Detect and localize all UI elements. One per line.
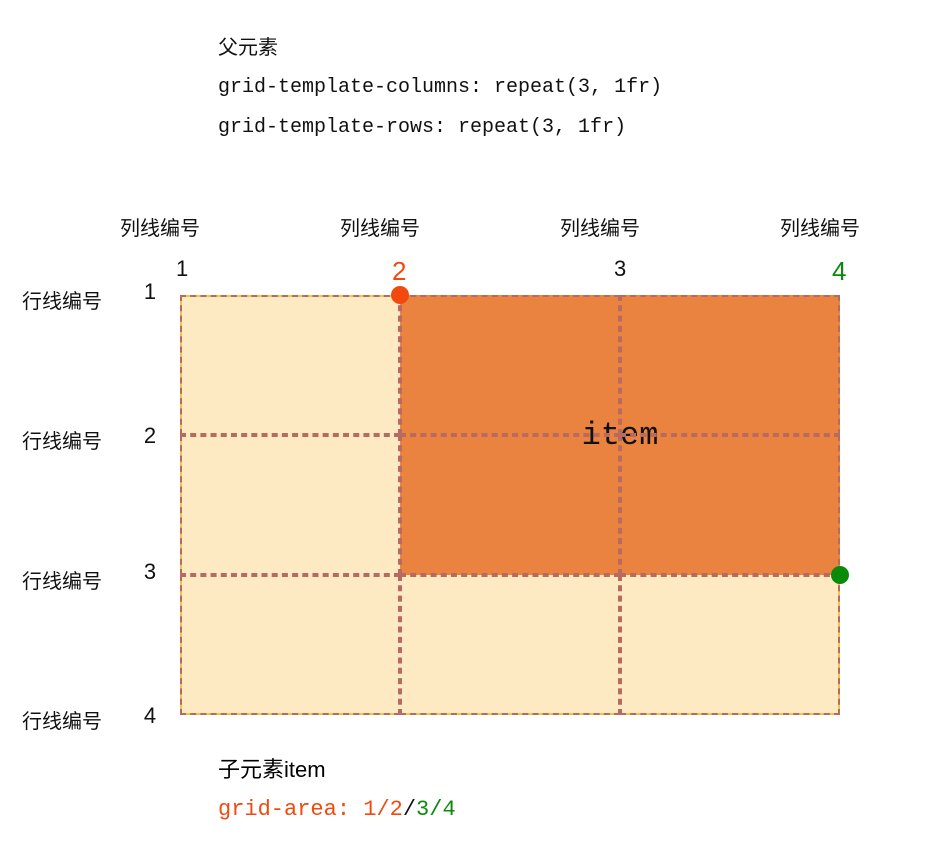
- row-num-2: 2: [130, 423, 170, 449]
- code-rows: grid-template-rows: repeat(3, 1fr): [218, 108, 662, 148]
- col-label-1: 列线编号: [120, 212, 200, 241]
- grid-diagram: item: [180, 295, 840, 715]
- marker-end-dot: [831, 566, 849, 584]
- val-4: 4: [442, 797, 455, 822]
- parent-label: 父元素: [218, 28, 662, 68]
- row-num-1: 1: [130, 279, 170, 305]
- row-label-3: 行线编号: [22, 565, 112, 594]
- val-1: 1: [363, 797, 376, 822]
- prop-name: grid-area:: [218, 797, 363, 822]
- header-block: 父元素 grid-template-columns: repeat(3, 1fr…: [218, 28, 662, 148]
- col-label-4: 列线编号: [780, 212, 860, 241]
- row-num-4: 4: [130, 703, 170, 729]
- grid-cell: [620, 435, 840, 575]
- col-num-4: 4: [832, 256, 846, 287]
- row-num-3: 3: [130, 559, 170, 585]
- grid-lines: [180, 295, 840, 715]
- grid-cell: [620, 295, 840, 435]
- col-label-2: 列线编号: [340, 212, 420, 241]
- footer-block: 子元素item grid-area: 1/2/3/4: [218, 750, 456, 829]
- marker-start-dot: [391, 286, 409, 304]
- col-num-1: 1: [176, 256, 188, 282]
- slash-1: /: [376, 797, 389, 822]
- col-num-2: 2: [392, 256, 406, 287]
- child-label: 子元素item: [218, 750, 456, 790]
- slash-2: /: [403, 797, 416, 822]
- grid-cell: [180, 575, 400, 715]
- grid-cell: [180, 295, 400, 435]
- grid-cell: [180, 435, 400, 575]
- val-3: 3: [416, 797, 429, 822]
- row-label-2: 行线编号: [22, 425, 112, 454]
- row-label-4: 行线编号: [22, 705, 112, 734]
- grid-cell: [400, 295, 620, 435]
- col-num-3: 3: [614, 256, 626, 282]
- grid-area-code: grid-area: 1/2/3/4: [218, 790, 456, 830]
- code-cols: grid-template-columns: repeat(3, 1fr): [218, 68, 662, 108]
- val-2: 2: [390, 797, 403, 822]
- grid-cell: [400, 575, 620, 715]
- grid-cell: [620, 575, 840, 715]
- row-label-1: 行线编号: [22, 285, 112, 314]
- col-label-3: 列线编号: [560, 212, 640, 241]
- slash-3: /: [429, 797, 442, 822]
- grid-cell: [400, 435, 620, 575]
